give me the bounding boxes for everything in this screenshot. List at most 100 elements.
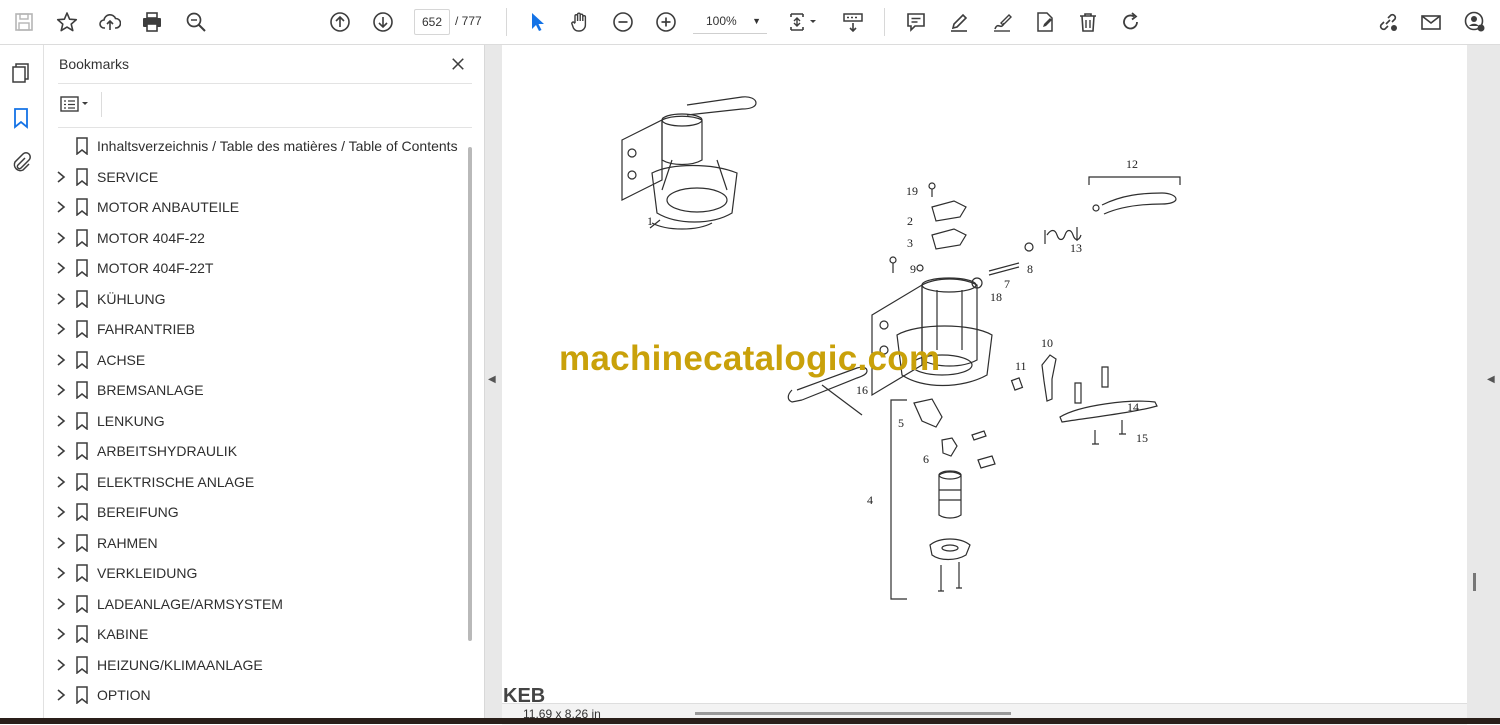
highlight-pen-icon[interactable]	[944, 7, 974, 37]
chevron-right-icon[interactable]	[55, 627, 67, 641]
email-icon[interactable]	[1416, 7, 1446, 37]
bookmark-item[interactable]: VERKLEIDUNG	[44, 558, 469, 589]
next-page-icon[interactable]	[368, 7, 398, 37]
bookmark-item[interactable]: HEIZUNG/KLIMAANLAGE	[44, 650, 469, 681]
bookmark-options-button[interactable]	[58, 92, 94, 116]
chevron-right-icon[interactable]	[55, 383, 67, 397]
bookmark-flag-icon	[75, 655, 89, 675]
bookmark-item[interactable]: LENKUNG	[44, 406, 469, 437]
horizontal-scrollbar[interactable]	[695, 712, 1011, 715]
bookmark-flag-icon	[75, 472, 89, 492]
bookmark-item[interactable]: Inhaltsverzeichnis / Table des matières …	[44, 131, 469, 162]
chevron-right-icon[interactable]	[55, 170, 67, 184]
part-number-label: 6	[923, 452, 929, 466]
upload-cloud-icon[interactable]	[95, 7, 125, 37]
collapse-panel-arrow-icon[interactable]: ◀	[488, 374, 496, 385]
chevron-down-icon: ▼	[752, 16, 761, 26]
page-total: / 777	[455, 14, 482, 28]
comment-icon[interactable]	[901, 7, 931, 37]
page-number-input[interactable]: 652	[414, 9, 450, 35]
bookmark-label: FAHRANTRIEB	[97, 321, 196, 337]
chevron-right-icon[interactable]	[55, 261, 67, 275]
select-cursor-icon[interactable]	[522, 7, 552, 37]
bookmark-item[interactable]: ACHSE	[44, 345, 469, 376]
bookmark-flag-icon	[75, 533, 89, 553]
bookmark-item[interactable]: MOTOR ANBAUTEILE	[44, 192, 469, 223]
zoom-out-icon[interactable]	[608, 7, 638, 37]
bookmark-label: HEIZUNG/KLIMAANLAGE	[97, 656, 263, 673]
chevron-right-icon[interactable]	[55, 566, 67, 580]
bookmark-item[interactable]: MOTOR 404F-22T	[44, 253, 469, 284]
toolbar-divider	[884, 8, 885, 36]
chevron-right-icon[interactable]	[55, 688, 67, 702]
chevron-right-icon[interactable]	[55, 414, 67, 428]
bookmark-label: KÜHLUNG	[97, 290, 166, 307]
part-number-label: 12	[1126, 157, 1138, 171]
side-rail	[0, 45, 44, 724]
bookmark-flag-icon	[75, 442, 89, 461]
chevron-right-icon[interactable]	[55, 322, 67, 336]
page-thumbnails-icon[interactable]	[6, 58, 36, 88]
previous-page-icon[interactable]	[325, 7, 355, 37]
redo-icon[interactable]	[1116, 7, 1146, 37]
chevron-right-icon[interactable]	[55, 597, 67, 611]
close-icon[interactable]	[446, 52, 470, 76]
part-number-label: 18	[990, 290, 1002, 304]
part-number-label: 8	[1027, 262, 1033, 276]
draw-freehand-icon[interactable]	[987, 7, 1017, 37]
save-icon[interactable]	[9, 7, 39, 37]
taskbar-edge	[0, 718, 1500, 724]
part-number-label: 4	[867, 493, 873, 507]
bookmark-item[interactable]: KÜHLUNG	[44, 284, 469, 315]
bookmark-item[interactable]: KABINE	[44, 619, 469, 650]
bookmark-flag-icon	[75, 167, 89, 187]
bookmark-item[interactable]: FAHRANTRIEB	[44, 314, 469, 345]
chevron-right-icon[interactable]	[55, 231, 67, 245]
bookmark-item[interactable]: BREMSANLAGE	[44, 375, 469, 406]
page-fit-icon[interactable]	[783, 7, 823, 37]
attachments-paperclip-icon[interactable]	[6, 147, 36, 177]
part-number-label: 13	[1070, 241, 1082, 255]
chevron-right-icon[interactable]	[55, 444, 67, 458]
chevron-right-icon[interactable]	[55, 200, 67, 214]
print-icon[interactable]	[137, 7, 167, 37]
bookmark-flag-icon	[75, 625, 89, 644]
bookmark-item[interactable]: LADEANLAGE/ARMSYSTEM	[44, 589, 469, 620]
chevron-right-icon[interactable]	[55, 536, 67, 550]
main-toolbar: 652 / 777 100% ▼	[0, 0, 1500, 45]
chevron-right-icon[interactable]	[55, 505, 67, 519]
chevron-right-icon[interactable]	[55, 353, 67, 367]
bookmark-flag-icon	[75, 381, 89, 400]
bookmark-label: LENKUNG	[97, 412, 165, 429]
corner-logo: KEB	[503, 685, 545, 703]
expand-right-panel-arrow-icon[interactable]: ◀	[1487, 374, 1495, 385]
bookmark-item[interactable]: ELEKTRISCHE ANLAGE	[44, 467, 469, 498]
vertical-scrollbar[interactable]	[1473, 573, 1476, 591]
account-icon[interactable]	[1460, 7, 1490, 37]
chevron-right-icon[interactable]	[55, 658, 67, 672]
zoom-in-icon[interactable]	[651, 7, 681, 37]
zoom-dropdown[interactable]: 100% ▼	[693, 9, 767, 34]
scroll-mode-icon[interactable]	[838, 7, 868, 37]
panel-title: Bookmarks	[59, 56, 130, 72]
bookmark-item[interactable]: OPTION	[44, 680, 469, 711]
delete-trash-icon[interactable]	[1073, 7, 1103, 37]
bookmark-label: ELEKTRISCHE ANLAGE	[97, 473, 255, 490]
chevron-right-icon[interactable]	[55, 292, 67, 306]
bookmark-item[interactable]: MOTOR 404F-22	[44, 223, 469, 254]
bookmark-item[interactable]: SERVICE	[44, 162, 469, 193]
zoom-search-icon[interactable]	[181, 7, 211, 37]
bookmark-item[interactable]: RAHMEN	[44, 528, 469, 559]
part-number-label: 10	[1041, 336, 1053, 350]
panel-scrollbar[interactable]	[468, 147, 472, 641]
edit-text-icon[interactable]	[1030, 7, 1060, 37]
bookmark-item[interactable]: BEREIFUNG	[44, 497, 469, 528]
chevron-right-icon[interactable]	[55, 475, 67, 489]
bookmark-star-icon[interactable]	[52, 7, 82, 37]
bookmark-item[interactable]: ARBEITSHYDRAULIK	[44, 436, 469, 467]
bookmark-flag-icon	[75, 594, 89, 614]
hand-tool-icon[interactable]	[565, 7, 595, 37]
share-link-icon[interactable]	[1373, 7, 1403, 37]
part-number-label: 2	[907, 214, 913, 228]
bookmarks-panel-icon[interactable]	[6, 103, 36, 133]
